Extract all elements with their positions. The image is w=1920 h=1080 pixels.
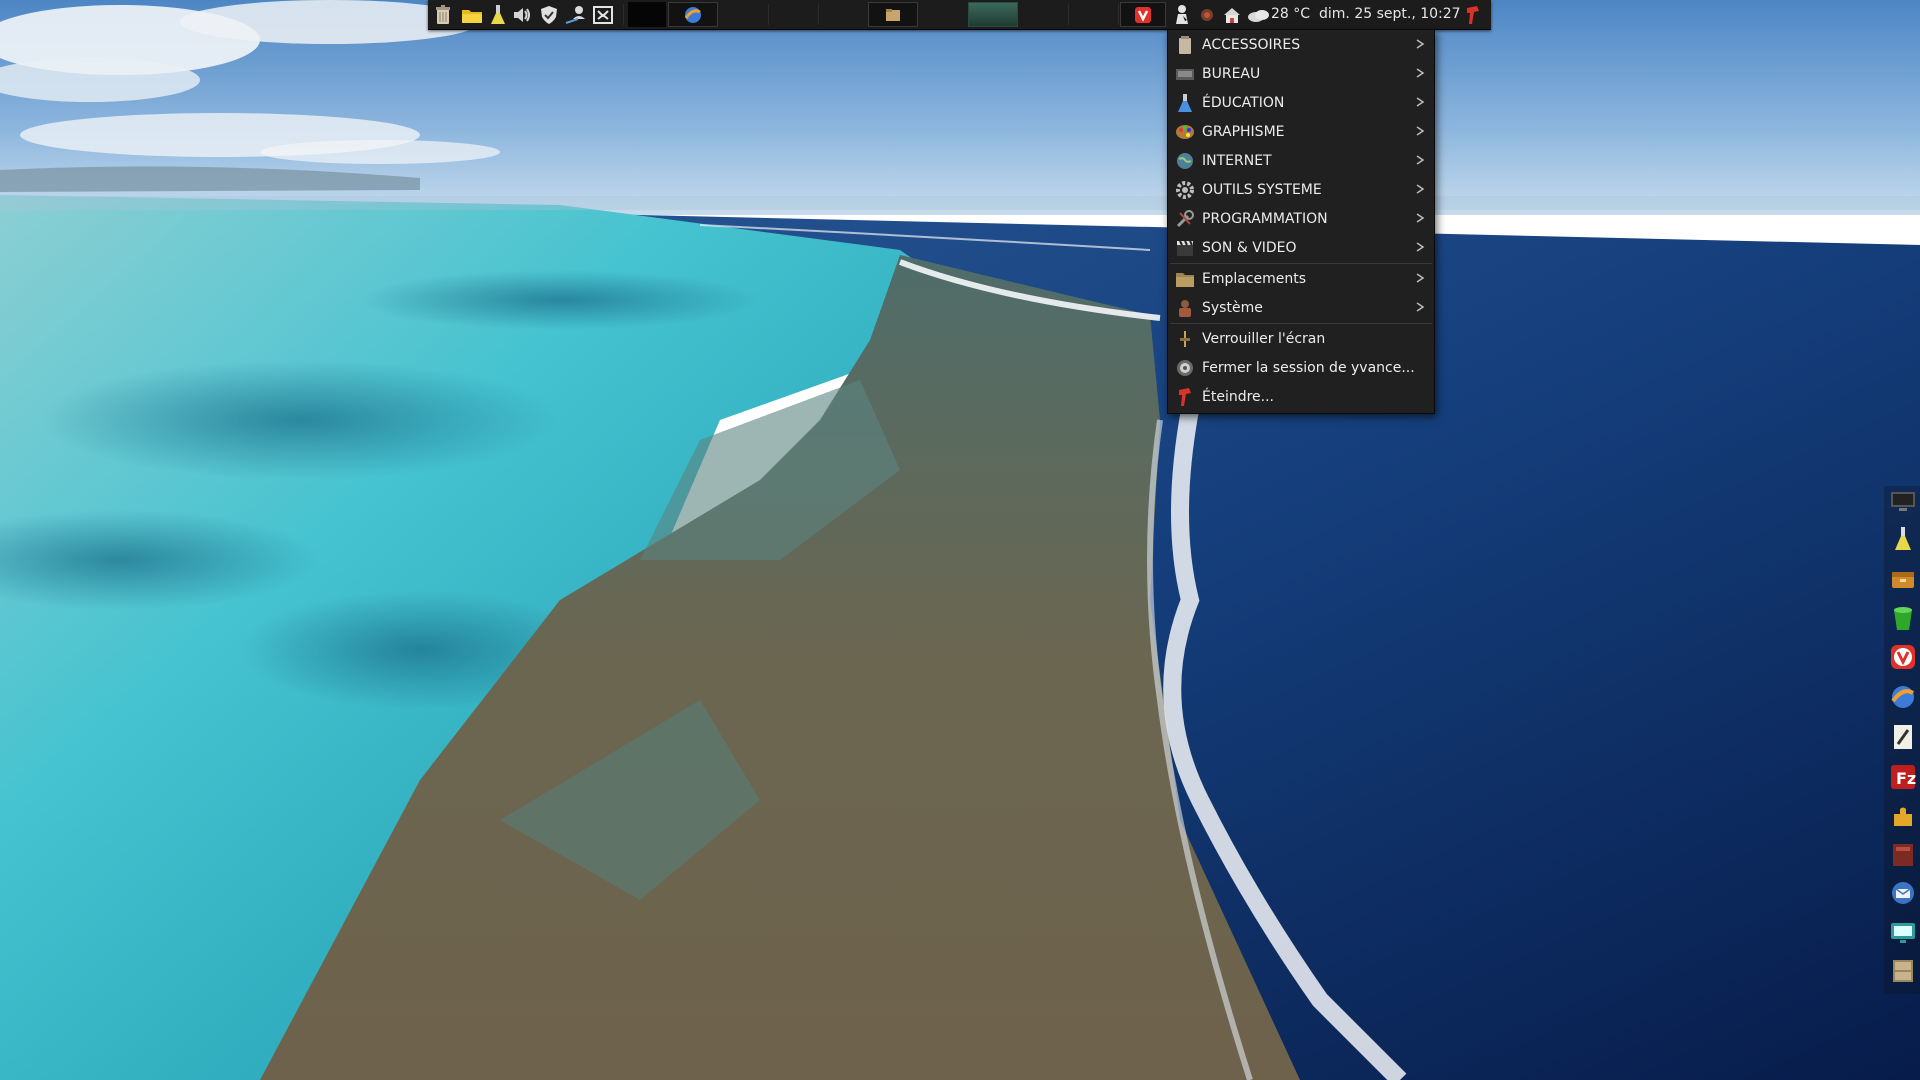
menu-item-label: OUTILS SYSTEME [1202,181,1322,198]
right-dock: Fz [1884,486,1920,994]
screenshot-icon[interactable] [590,0,616,29]
flask-icon[interactable] [485,0,511,29]
chevron-right-icon [1416,39,1425,49]
menu-item-label: Verrouiller l'écran [1202,330,1326,347]
clock-label[interactable]: dim. 25 sept., 10:27 [1319,0,1461,29]
menu-item-label: INTERNET [1202,152,1272,169]
file-manager-task[interactable] [868,2,918,27]
lock-screen-icon [1174,328,1196,350]
mail-client-icon[interactable] [1888,878,1918,908]
education-flask-icon [1174,92,1196,114]
monitor-icon[interactable] [1888,486,1918,516]
archive-box-icon[interactable] [1888,564,1918,594]
vivaldi-task[interactable] [1120,2,1166,27]
menu-item-accessoires[interactable]: ACCESSOIRES [1168,30,1434,59]
file-cabinet-icon[interactable] [1888,956,1918,986]
menu-item-internet[interactable]: INTERNET [1168,146,1434,175]
menu-item-label: BUREAU [1202,65,1261,82]
application-menu: ACCESSOIRES BUREAU ÉDUCATION GRAPHISME I… [1167,29,1435,414]
internet-globe-icon [1174,150,1196,172]
menu-item-son-video[interactable]: SON & VIDEO [1168,233,1434,262]
menu-item-programmation[interactable]: PROGRAMMATION [1168,204,1434,233]
graphics-palette-icon [1174,121,1196,143]
vivaldi-icon[interactable] [1888,642,1918,672]
trash-icon[interactable] [430,0,456,29]
folder-icon[interactable] [459,0,485,29]
menu-item-logout[interactable]: Fermer la session de yvance... [1168,353,1434,382]
office-icon [1174,63,1196,85]
shield-icon[interactable] [536,0,562,29]
volume-icon[interactable] [509,0,535,29]
temperature-label[interactable]: 28 °C [1271,0,1310,29]
green-bucket-icon[interactable] [1888,604,1918,634]
top-panel: 28 °C dim. 25 sept., 10:27 [428,0,1491,30]
chevron-right-icon [1416,213,1425,223]
desktop-wallpaper [0,0,1920,1080]
shutdown-icon [1174,386,1196,408]
chevron-right-icon [1416,126,1425,136]
menu-item-lock-screen[interactable]: Verrouiller l'écran [1168,324,1434,353]
filezilla-icon[interactable]: Fz [1888,762,1918,792]
menu-item-shutdown[interactable]: Éteindre... [1168,382,1434,411]
menu-item-label: SON & VIDEO [1202,239,1297,256]
puzzle-icon[interactable] [1888,802,1918,832]
chevron-right-icon [1416,302,1425,312]
remote-desktop-icon[interactable] [1888,918,1918,948]
menu-item-emplacements[interactable]: Emplacements [1168,264,1434,293]
menu-item-label: PROGRAMMATION [1202,210,1328,227]
menu-item-label: Fermer la session de yvance... [1202,359,1415,376]
user-network-icon[interactable] [563,0,589,29]
chevron-right-icon [1416,242,1425,252]
black-window-task[interactable] [628,2,666,27]
home-tray-icon[interactable] [1220,0,1244,29]
logout-icon [1174,357,1196,379]
menu-item-label: Emplacements [1202,270,1307,287]
chevron-right-icon [1416,68,1425,78]
active-window-task[interactable] [968,2,1018,27]
browser-globe-task[interactable] [668,2,718,27]
svg-text:Fz: Fz [1896,769,1916,788]
network-tray-icon[interactable] [1196,0,1218,29]
menu-item-bureau[interactable]: BUREAU [1168,59,1434,88]
system-icon [1174,297,1196,319]
chevron-right-icon [1416,97,1425,107]
menu-item-label: ÉDUCATION [1202,94,1285,111]
menu-item-outils-systeme[interactable]: OUTILS SYSTEME [1168,175,1434,204]
shutdown-tray-icon[interactable] [1462,0,1484,29]
accessories-icon [1174,34,1196,56]
coral-reef-aerial-icon [0,0,1920,1080]
flask-icon[interactable] [1888,524,1918,554]
red-book-icon[interactable] [1888,840,1918,870]
menu-item-label: Système [1202,299,1263,316]
text-editor-icon[interactable] [1888,722,1918,752]
chevron-right-icon [1416,155,1425,165]
places-folder-icon [1174,268,1196,290]
app-menu-button[interactable] [1170,0,1194,29]
browser-globe-icon[interactable] [1888,682,1918,712]
cloud-icon[interactable] [1245,0,1273,29]
programming-icon [1174,208,1196,230]
chevron-right-icon [1416,184,1425,194]
multimedia-clapper-icon [1174,237,1196,259]
menu-item-education[interactable]: ÉDUCATION [1168,88,1434,117]
system-tools-icon [1174,179,1196,201]
menu-item-label: GRAPHISME [1202,123,1285,140]
menu-item-label: ACCESSOIRES [1202,36,1301,53]
menu-item-graphisme[interactable]: GRAPHISME [1168,117,1434,146]
chevron-right-icon [1416,273,1425,283]
menu-item-systeme[interactable]: Système [1168,293,1434,322]
menu-item-label: Éteindre... [1202,388,1275,405]
